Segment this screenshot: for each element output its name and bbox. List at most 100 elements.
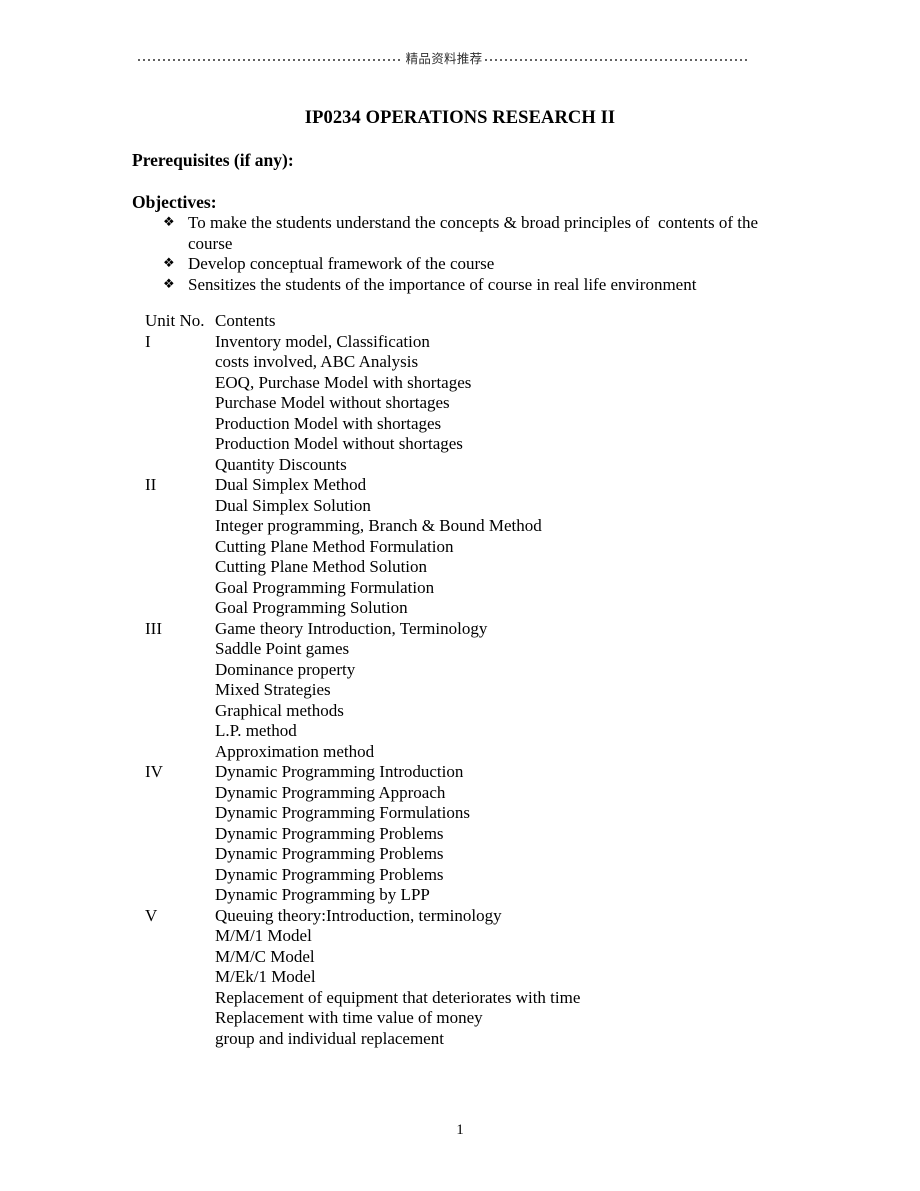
unit-content-cell: Goal Programming Formulation — [215, 577, 435, 597]
objectives-heading: Objectives: — [132, 192, 217, 212]
unit-number-cell-empty — [145, 516, 215, 537]
unit-content-cell: Mixed Strategies — [215, 680, 331, 699]
prerequisites-heading: Prerequisites (if any): — [132, 150, 294, 170]
unit-content-cell: Dual Simplex Method — [215, 475, 367, 494]
unit-number-cell-empty — [145, 865, 215, 886]
table-row: Dual Simplex Solution — [145, 496, 845, 517]
unit-content-cell: Dominance property — [215, 659, 356, 679]
unit-content-cell: Integer programming, Branch & Bound Meth… — [215, 516, 542, 535]
unit-number-cell-empty — [145, 393, 215, 414]
unit-number-cell: I — [145, 331, 151, 351]
table-row: Graphical methods — [145, 701, 845, 722]
table-row: Purchase Model without shortages — [145, 393, 845, 414]
unit-content-cell: Goal Programming Solution — [215, 598, 408, 617]
unit-number-cell-empty — [145, 414, 215, 435]
unit-number-cell-empty — [145, 578, 215, 599]
table-row: IV Dynamic Programming Introduction — [145, 762, 845, 783]
unit-content-cell: Replacement with time value of money — [215, 1008, 483, 1027]
units-table-body: I Inventory model, Classification costs i… — [145, 332, 845, 1050]
unit-number-cell-empty — [145, 803, 215, 824]
page-title: IP0234 OPERATIONS RESEARCH II — [304, 108, 616, 128]
unit-content-cell: M/M/C Model — [215, 946, 315, 966]
table-row: group and individual replacement — [145, 1029, 845, 1050]
unit-number-cell-empty — [145, 598, 215, 619]
unit-number-cell: IV — [145, 762, 163, 781]
unit-number-cell: II — [145, 475, 157, 494]
unit-content-cell: EOQ, Purchase Model with shortages — [215, 372, 472, 392]
objective-item: ❖ Sensitizes the students of the importan… — [163, 275, 803, 296]
table-row: Production Model without shortages — [145, 434, 845, 455]
header-dotted-rule-right — [485, 54, 750, 65]
unit-content-cell: Dynamic Programming Problems — [215, 864, 444, 884]
unit-number-cell-empty — [145, 352, 215, 373]
unit-number-cell-empty — [145, 455, 215, 476]
column-header-unit-no: Unit No. — [145, 311, 205, 330]
table-row: Dynamic Programming Problems — [145, 844, 845, 865]
header-dotted-rule-left — [138, 54, 403, 65]
table-row: Dynamic Programming Problems — [145, 824, 845, 845]
table-row: I Inventory model, Classification — [145, 332, 845, 353]
unit-content-cell: Cutting Plane Method Formulation — [215, 536, 454, 556]
unit-number-cell-empty — [145, 947, 215, 968]
table-row: Approximation method — [145, 742, 845, 763]
unit-number-cell-empty — [145, 434, 215, 455]
unit-content-cell: Dynamic Programming by LPP — [215, 885, 430, 904]
unit-number-cell-empty — [145, 988, 215, 1009]
table-row: L.P. method — [145, 721, 845, 742]
unit-content-cell: Dynamic Programming Formulations — [215, 803, 470, 822]
unit-content-cell: Inventory model, Classification — [215, 331, 430, 351]
table-row: Dynamic Programming by LPP — [145, 885, 845, 906]
unit-content-cell: Quantity Discounts — [215, 454, 347, 474]
unit-content-cell: Cutting Plane Method Solution — [215, 557, 428, 576]
unit-content-cell: Dynamic Programming Problems — [215, 823, 444, 843]
unit-content-cell: Dynamic Programming Introduction — [215, 762, 464, 781]
unit-content-cell: Queuing theory:Introduction, terminology — [215, 905, 502, 925]
table-row: Integer programming, Branch & Bound Meth… — [145, 516, 845, 537]
table-row: Goal Programming Formulation — [145, 578, 845, 599]
table-row: costs involved, ABC Analysis — [145, 352, 845, 373]
units-table-head: Unit No. Contents — [145, 311, 845, 332]
unit-number-cell: III — [145, 618, 162, 638]
table-row: Dynamic Programming Problems — [145, 865, 845, 886]
diamond-bullet-icon: ❖ — [163, 276, 175, 292]
unit-number-cell-empty — [145, 783, 215, 804]
unit-content-cell: L.P. method — [215, 721, 297, 740]
table-row: Dynamic Programming Approach — [145, 783, 845, 804]
table-row: Production Model with shortages — [145, 414, 845, 435]
running-header: 精品资料推荐 — [138, 48, 750, 70]
unit-content-cell: Production Model without shortages — [215, 434, 463, 453]
diamond-bullet-icon: ❖ — [163, 215, 175, 230]
unit-number-cell-empty — [145, 373, 215, 394]
table-row: M/M/C Model — [145, 947, 845, 968]
unit-content-cell: Game theory Introduction, Terminology — [215, 618, 488, 638]
unit-content-cell: Replacement of equipment that deteriorat… — [215, 987, 581, 1007]
unit-number-cell-empty — [145, 557, 215, 578]
unit-number-cell-empty — [145, 701, 215, 722]
document-page: 精品资料推荐 IP0234 OPERATIONS RESEARCH II Pre… — [0, 0, 920, 1191]
unit-content-cell: Production Model with shortages — [215, 413, 442, 433]
unit-content-cell: Dynamic Programming Approach — [215, 782, 446, 802]
table-row: II Dual Simplex Method — [145, 475, 845, 496]
unit-number-cell-empty — [145, 742, 215, 763]
unit-number-cell-empty — [145, 885, 215, 906]
unit-number-cell-empty — [145, 680, 215, 701]
unit-content-cell: Dynamic Programming Problems — [215, 844, 444, 863]
unit-number-cell-empty — [145, 824, 215, 845]
objective-item: ❖ To make the students understand the con… — [163, 213, 803, 254]
unit-number-cell-empty — [145, 926, 215, 947]
table-row: Cutting Plane Method Formulation — [145, 537, 845, 558]
syllabus-units-table: Unit No. Contents I Inventory model, Clas… — [145, 311, 845, 1049]
table-row: Replacement of equipment that deteriorat… — [145, 988, 845, 1009]
table-row: Mixed Strategies — [145, 680, 845, 701]
unit-number-cell-empty — [145, 639, 215, 660]
unit-number-cell-empty — [145, 967, 215, 988]
table-row: EOQ, Purchase Model with shortages — [145, 373, 845, 394]
unit-content-cell: M/Ek/1 Model — [215, 967, 316, 986]
unit-number-cell-empty — [145, 1008, 215, 1029]
unit-number-cell-empty — [145, 1029, 215, 1050]
unit-content-cell: M/M/1 Model — [215, 926, 312, 945]
unit-content-cell: Purchase Model without shortages — [215, 393, 450, 412]
table-row: Quantity Discounts — [145, 455, 845, 476]
objective-text: Develop conceptual framework of the cour… — [188, 254, 495, 273]
unit-number-cell-empty — [145, 660, 215, 681]
